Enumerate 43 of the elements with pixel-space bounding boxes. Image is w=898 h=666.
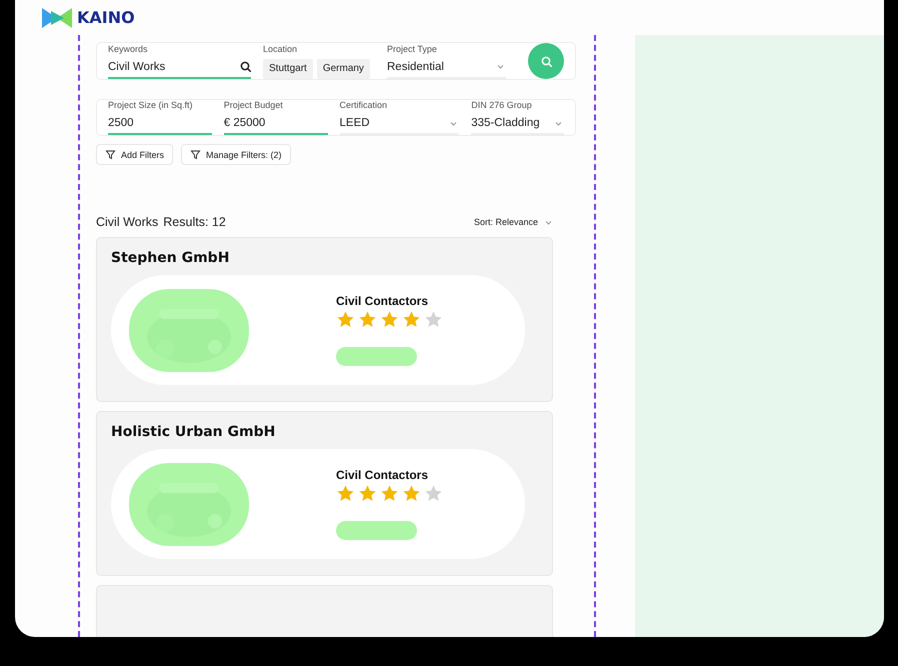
result-card[interactable]: Stephen GmbH Civil Contactors (96, 237, 553, 402)
field-label: Certification (340, 100, 388, 110)
field-label: Keywords (108, 44, 149, 54)
company-name: Stephen GmbH (111, 250, 230, 266)
dropdown[interactable]: LEED (340, 115, 460, 135)
star-icon (380, 310, 399, 329)
star-icon (402, 310, 421, 329)
field-label: Project Type (387, 44, 438, 54)
star-icon (402, 484, 421, 503)
input-field[interactable]: € 25000 (224, 115, 328, 135)
search-icon (240, 61, 251, 72)
location-chip[interactable]: Germany (316, 58, 370, 78)
field-label: Project Budget (224, 100, 284, 110)
results-count: Results: 12 (163, 215, 226, 229)
star-icon (336, 484, 355, 503)
star-icon (424, 484, 443, 503)
star-icon (424, 310, 443, 329)
filter-button[interactable]: Manage Filters: (2) (181, 144, 291, 165)
funnel-icon (190, 149, 202, 160)
category-label: Civil Contactors (336, 468, 430, 482)
results-query: Civil Works (96, 215, 158, 229)
dropdown[interactable]: 335-Cladding (471, 115, 564, 135)
input-field[interactable]: 2500 (108, 115, 212, 135)
field-label: DIN 276 Group (471, 100, 533, 110)
star-icon (358, 484, 377, 503)
funnel-icon (105, 149, 116, 160)
location-chip[interactable]: Stuttgart (263, 58, 313, 78)
input-field[interactable]: Civil Works (108, 58, 251, 78)
field-label: Location (263, 44, 298, 54)
dropdown[interactable]: Residential (387, 58, 506, 78)
category-label: Civil Contactors (336, 294, 430, 308)
search-icon (540, 56, 552, 66)
result-card[interactable]: Holistic Urban GmbH Civil Contactors (96, 411, 553, 576)
star-icon (380, 484, 399, 503)
logo-icon (42, 8, 72, 28)
sort-dropdown[interactable]: Sort: Relevance (474, 216, 554, 228)
search-button[interactable] (528, 43, 564, 79)
logo-text: KAINO (77, 8, 135, 27)
filter-button[interactable]: Add Filters (96, 144, 174, 165)
star-icon (336, 310, 355, 329)
star-icon (358, 310, 377, 329)
field-label: Project Size (in Sq.ft) (108, 100, 194, 110)
company-name: Holistic Urban GmbH (111, 424, 276, 440)
